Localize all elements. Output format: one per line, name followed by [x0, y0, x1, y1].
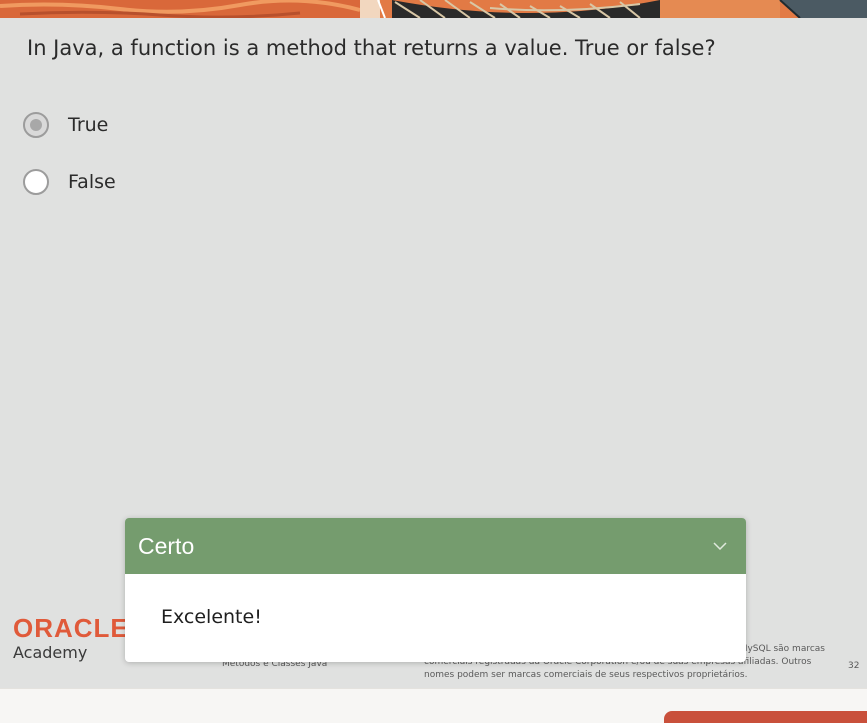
question-text: In Java, a function is a method that ret…: [27, 36, 716, 60]
option-false[interactable]: False: [23, 167, 116, 197]
footer-legal-line-3: nomes podem ser marcas comerciais de seu…: [424, 670, 748, 680]
app-window: In Java, a function is a method that ret…: [0, 0, 867, 723]
option-false-label[interactable]: False: [68, 171, 116, 193]
radio-false[interactable]: [23, 169, 49, 195]
header-banner-image: [0, 0, 867, 18]
footer-page-number: 32: [848, 661, 860, 671]
option-true-label[interactable]: True: [68, 114, 108, 136]
chevron-down-icon[interactable]: [712, 541, 728, 551]
banner-artwork: [0, 0, 867, 18]
submit-button[interactable]: [664, 711, 867, 723]
feedback-message: Excelente!: [161, 606, 262, 628]
oracle-academy-logo: ORACLE Academy: [13, 615, 129, 662]
feedback-panel: Certo Excelente!: [125, 518, 746, 662]
option-true[interactable]: True: [23, 110, 108, 140]
oracle-wordmark: ORACLE: [13, 613, 129, 643]
radio-true-selected[interactable]: [23, 112, 49, 138]
feedback-title: Certo: [138, 532, 195, 559]
academy-wordmark: Academy: [13, 643, 88, 662]
feedback-header[interactable]: Certo: [125, 518, 746, 574]
